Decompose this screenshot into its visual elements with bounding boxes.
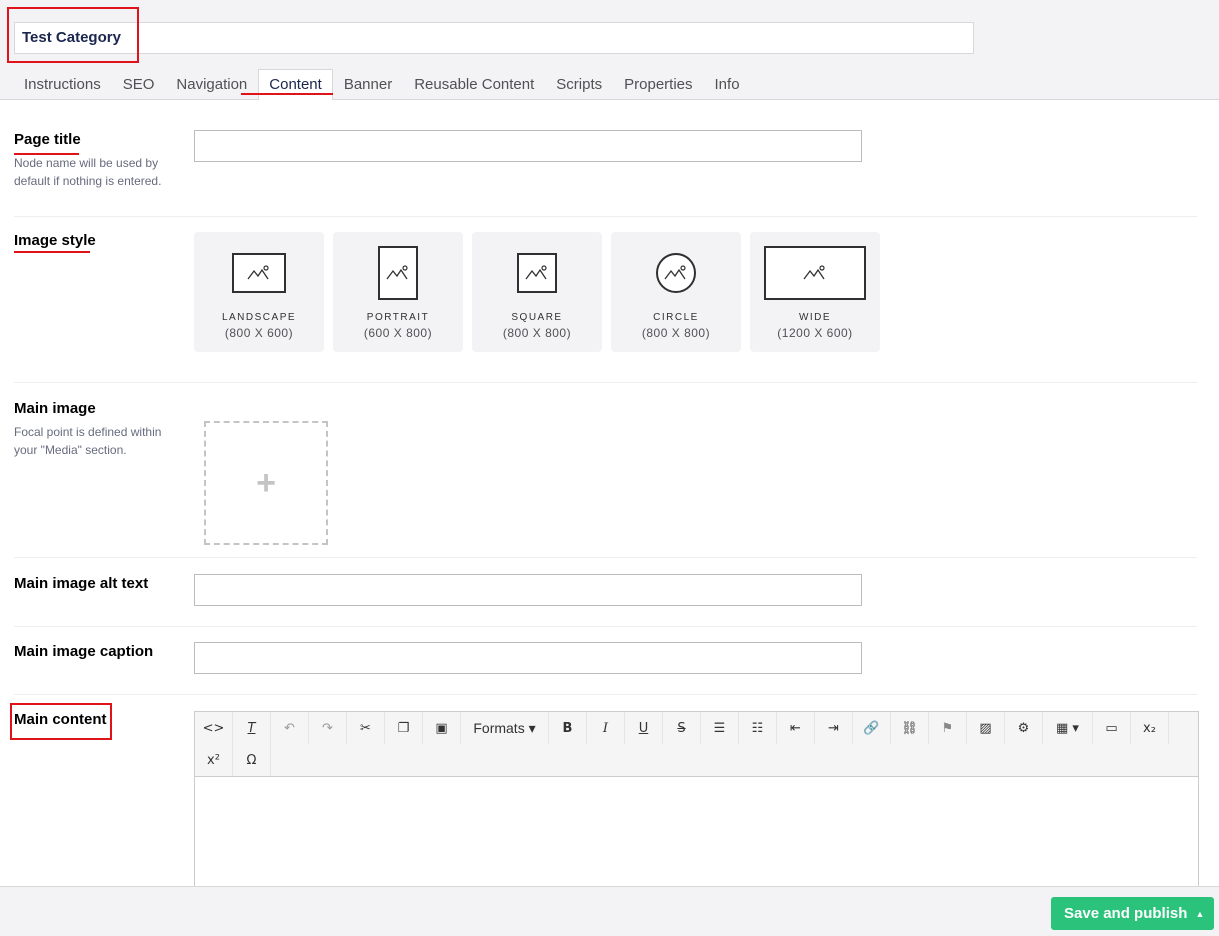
paste-icon[interactable]: ▣: [423, 712, 461, 744]
tab-info[interactable]: Info: [704, 69, 751, 100]
square-frame-icon: [517, 253, 557, 293]
property-main-image-alt: Main image alt text: [14, 574, 1197, 627]
rich-text-editor: <> T ↶ ↷ ✂ ❐ ▣ Formats ▾ B I U S ☰ ☷ ⇤ ⇥: [194, 711, 1199, 886]
main-image-description: Focal point is defined within your "Medi…: [14, 425, 162, 457]
highlight-content-tab-underline: [241, 93, 333, 95]
image-style-options: LANDSCAPE (800 X 600) PORTRAIT (600 X 80…: [194, 232, 880, 352]
page-title-label: Page title: [14, 131, 81, 148]
node-name-input[interactable]: Test Category: [14, 22, 974, 54]
undo-icon[interactable]: ↶: [271, 712, 309, 744]
image-style-label: Image style: [14, 232, 96, 249]
wide-name: WIDE: [798, 312, 832, 323]
tab-content[interactable]: Content: [258, 69, 333, 100]
property-main-image: Main image Focal point is defined within…: [14, 400, 1197, 558]
circle-frame-icon: [656, 253, 696, 293]
circle-name: CIRCLE: [653, 312, 699, 323]
tab-scripts[interactable]: Scripts: [545, 69, 613, 100]
image-style-circle[interactable]: CIRCLE (800 X 800): [611, 232, 741, 352]
main-image-alt-input[interactable]: [194, 574, 862, 606]
numbered-list-icon[interactable]: ☷: [739, 712, 777, 744]
cut-icon[interactable]: ✂: [347, 712, 385, 744]
embed-icon[interactable]: ▭: [1093, 712, 1131, 744]
tab-seo[interactable]: SEO: [112, 69, 166, 100]
property-page-title: Page title Node name will be used by def…: [14, 130, 1197, 217]
editor-header: Test Category Instructions SEO Navigatio…: [0, 0, 1219, 100]
underline-icon[interactable]: U: [625, 712, 663, 744]
highlight-image-style-underline: [14, 251, 90, 253]
subscript-icon[interactable]: x₂: [1131, 712, 1169, 744]
tab-instructions[interactable]: Instructions: [13, 69, 112, 100]
highlight-page-title-underline: [14, 153, 79, 155]
editor-footer: Save and publish ▲: [0, 886, 1219, 936]
portrait-name: PORTRAIT: [366, 312, 430, 323]
main-image-alt-label: Main image alt text: [14, 575, 149, 592]
image-icon[interactable]: ▨: [967, 712, 1005, 744]
bullet-list-icon[interactable]: ☰: [701, 712, 739, 744]
image-style-square[interactable]: SQUARE (800 X 800): [472, 232, 602, 352]
clear-format-icon[interactable]: T: [233, 712, 271, 744]
square-size: (800 X 800): [502, 326, 572, 340]
highlight-main-content-box: [10, 703, 112, 740]
toolbar-row-2: x² Ω: [195, 744, 271, 776]
strikethrough-icon[interactable]: S: [663, 712, 701, 744]
image-style-portrait[interactable]: PORTRAIT (600 X 800): [333, 232, 463, 352]
outdent-icon[interactable]: ⇤: [777, 712, 815, 744]
editor-toolbar: <> T ↶ ↷ ✂ ❐ ▣ Formats ▾ B I U S ☰ ☷ ⇤ ⇥: [195, 712, 1198, 777]
landscape-name: LANDSCAPE: [221, 312, 297, 323]
highlight-name-box: [7, 7, 139, 63]
anchor-icon[interactable]: ⚑: [929, 712, 967, 744]
main-image-caption-input[interactable]: [194, 642, 862, 674]
italic-icon[interactable]: I: [587, 712, 625, 744]
landscape-size: (800 X 600): [224, 326, 294, 340]
plus-icon: +: [256, 463, 276, 502]
bold-icon[interactable]: B: [549, 712, 587, 744]
page-title-description: Node name will be used by default if not…: [14, 156, 162, 188]
portrait-frame-icon: [378, 246, 418, 300]
tab-banner[interactable]: Banner: [333, 69, 403, 100]
save-and-publish-label: Save and publish: [1064, 905, 1188, 922]
main-image-label: Main image: [14, 400, 96, 417]
main-image-caption-label: Main image caption: [14, 643, 154, 660]
page-title-input[interactable]: [194, 130, 862, 162]
unlink-icon[interactable]: ⛓: [891, 712, 929, 744]
property-main-content: Main content <> T ↶ ↷ ✂ ❐ ▣ Formats ▾ B …: [14, 696, 1199, 886]
copy-icon[interactable]: ❐: [385, 712, 423, 744]
image-style-landscape[interactable]: LANDSCAPE (800 X 600): [194, 232, 324, 352]
link-icon[interactable]: 🔗: [853, 712, 891, 744]
macro-icon[interactable]: ⚙: [1005, 712, 1043, 744]
property-main-image-caption: Main image caption: [14, 642, 1197, 695]
special-character-icon[interactable]: Ω: [233, 744, 271, 776]
property-panel: Page title Node name will be used by def…: [0, 100, 1219, 886]
wide-frame-icon: [764, 246, 866, 300]
image-style-wide[interactable]: WIDE (1200 X 600): [750, 232, 880, 352]
wide-size: (1200 X 600): [777, 326, 853, 340]
tab-properties[interactable]: Properties: [613, 69, 703, 100]
superscript-icon[interactable]: x²: [195, 744, 233, 776]
landscape-frame-icon: [232, 253, 286, 293]
property-image-style: Image style LANDSCAPE (800 X 600) PORTRA…: [14, 232, 1197, 383]
portrait-size: (600 X 800): [363, 326, 433, 340]
toolbar-row-1: <> T ↶ ↷ ✂ ❐ ▣ Formats ▾ B I U S ☰ ☷ ⇤ ⇥: [195, 712, 1169, 744]
indent-icon[interactable]: ⇥: [815, 712, 853, 744]
tab-reusable-content[interactable]: Reusable Content: [403, 69, 545, 100]
source-code-icon[interactable]: <>: [195, 712, 233, 744]
redo-icon[interactable]: ↷: [309, 712, 347, 744]
circle-size: (800 X 800): [641, 326, 711, 340]
content-tabs: Instructions SEO Navigation Content Bann…: [13, 69, 751, 100]
square-name: SQUARE: [511, 312, 563, 323]
save-and-publish-button[interactable]: Save and publish ▲: [1051, 897, 1214, 930]
table-icon[interactable]: ▦ ▾: [1043, 712, 1093, 744]
editor-body[interactable]: [195, 778, 1198, 886]
caret-up-icon[interactable]: ▲: [1186, 897, 1214, 930]
formats-dropdown[interactable]: Formats ▾: [461, 712, 549, 744]
tab-navigation[interactable]: Navigation: [165, 69, 258, 100]
add-media-button[interactable]: +: [204, 421, 328, 545]
